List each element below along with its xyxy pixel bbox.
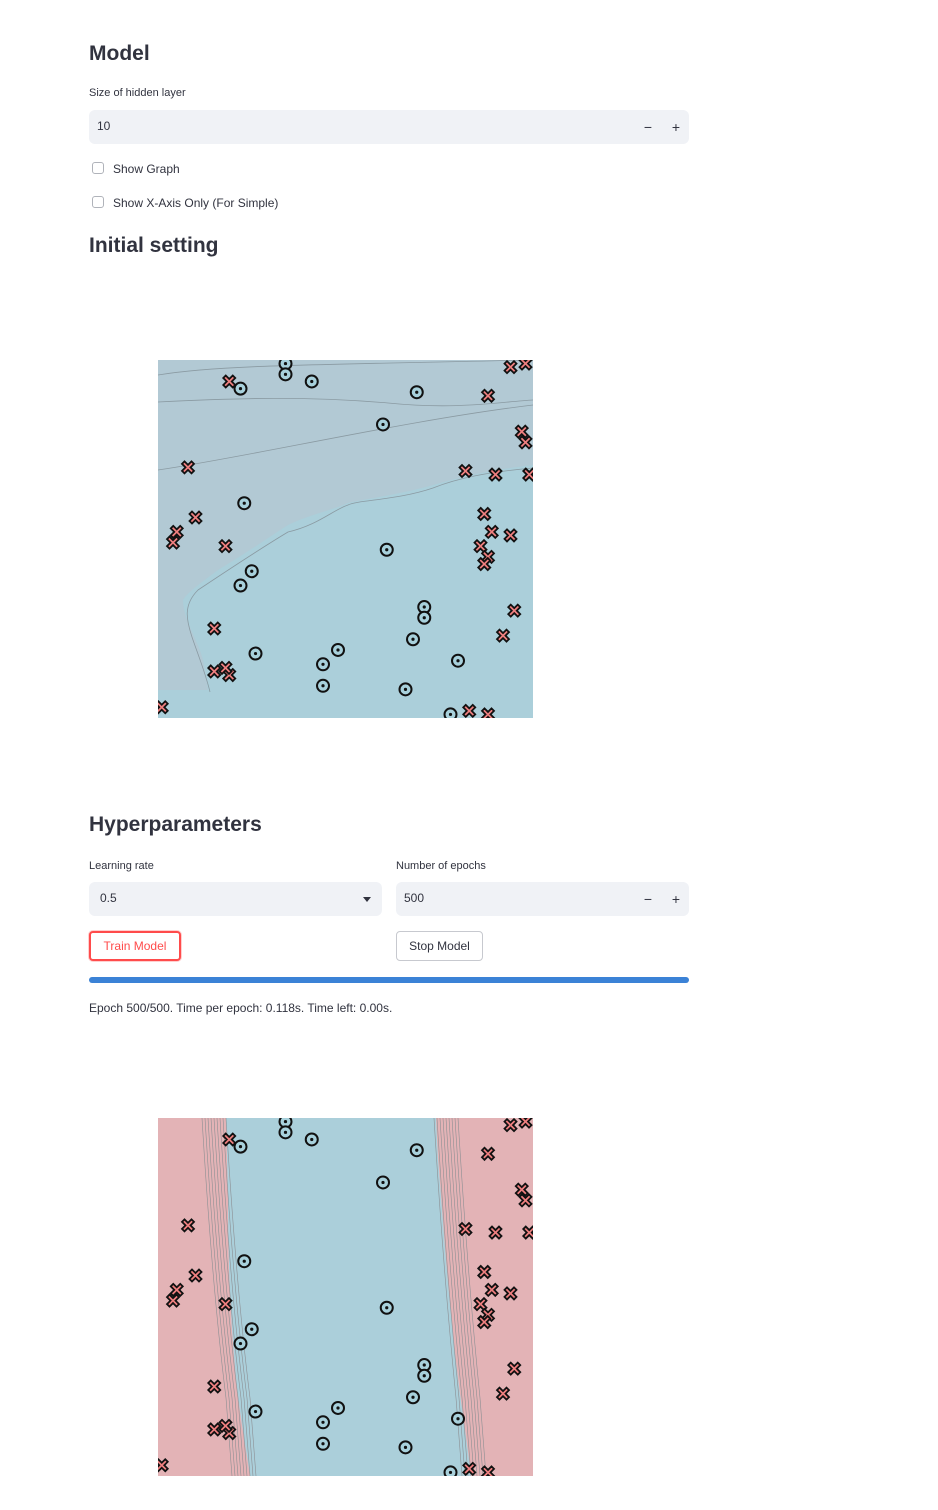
show-graph-checkbox[interactable] <box>92 162 104 174</box>
initial-setting-heading: Initial setting <box>89 234 219 257</box>
circle-point-dot <box>250 1327 254 1331</box>
circle-point-dot <box>411 637 415 641</box>
circle-point-dot <box>250 569 254 573</box>
circle-point-dot <box>422 605 426 609</box>
circle-point-dot <box>385 1306 389 1310</box>
trained-decision-plot <box>158 1118 533 1476</box>
circle-point-dot <box>253 651 258 656</box>
circle-point-dot <box>321 684 325 688</box>
circle-point-dot <box>381 422 385 427</box>
circle-point-dot <box>321 662 325 666</box>
hidden-layer-increment-button[interactable]: + <box>663 110 689 144</box>
circle-point-dot <box>385 548 389 552</box>
circle-point-dot <box>448 1470 453 1475</box>
circle-point-dot <box>238 1145 243 1149</box>
epochs-decrement-button[interactable]: − <box>635 882 661 916</box>
progress-bar <box>89 977 689 983</box>
show-xaxis-label[interactable]: Show X-Axis Only (For Simple) <box>113 196 278 210</box>
circle-point-dot <box>403 687 408 691</box>
circle-point-dot <box>381 1180 385 1185</box>
model-heading: Model <box>89 42 150 65</box>
circle-point-dot <box>253 1409 258 1414</box>
learning-rate-label: Learning rate <box>89 860 154 872</box>
circle-point-dot <box>448 712 453 717</box>
progress-track <box>89 977 689 983</box>
circle-point-dot <box>283 1119 288 1124</box>
hidden-layer-value[interactable]: 10 <box>97 119 110 133</box>
show-graph-label[interactable]: Show Graph <box>113 162 180 176</box>
circle-point-dot <box>283 372 288 376</box>
stop-model-button[interactable]: Stop Model <box>396 931 483 961</box>
circle-point-dot <box>238 387 243 391</box>
circle-point-dot <box>415 390 419 394</box>
circle-point-dot <box>422 1374 426 1378</box>
circle-point-dot <box>456 659 460 663</box>
circle-point-dot <box>238 583 243 588</box>
hidden-layer-decrement-button[interactable]: − <box>635 110 661 144</box>
chevron-down-icon[interactable] <box>363 897 371 902</box>
circle-point-dot <box>411 1395 415 1399</box>
circle-point-dot <box>321 1442 325 1446</box>
learning-rate-value[interactable]: 0.5 <box>100 891 117 905</box>
circle-point-dot <box>321 1420 325 1424</box>
circle-point-dot <box>310 379 314 384</box>
circle-point-dot <box>415 1148 419 1152</box>
epochs-increment-button[interactable]: + <box>663 882 689 916</box>
initial-decision-plot <box>158 360 533 718</box>
epochs-input[interactable]: 500 − + <box>396 882 689 916</box>
circle-point-dot <box>456 1417 460 1421</box>
learning-rate-select[interactable]: 0.5 <box>89 882 382 916</box>
hidden-layer-input[interactable]: 10 − + <box>89 110 689 144</box>
circle-point-dot <box>238 1341 243 1346</box>
circle-point-dot <box>336 648 340 652</box>
circle-point-dot <box>422 1363 426 1367</box>
circle-point-dot <box>310 1137 314 1142</box>
hyperparameters-heading: Hyperparameters <box>89 813 262 836</box>
epochs-label: Number of epochs <box>396 860 486 872</box>
epochs-value[interactable]: 500 <box>404 891 424 905</box>
training-status: Epoch 500/500. Time per epoch: 0.118s. T… <box>89 1001 393 1015</box>
hidden-layer-label: Size of hidden layer <box>89 87 186 99</box>
circle-point-dot <box>422 616 426 620</box>
circle-point-dot <box>403 1445 408 1449</box>
show-xaxis-checkbox[interactable] <box>92 196 104 208</box>
circle-point-dot <box>242 501 246 505</box>
circle-point-dot <box>336 1406 340 1410</box>
train-model-button[interactable]: Train Model <box>89 931 181 961</box>
circle-point-dot <box>283 361 288 366</box>
trained-region-center <box>226 1118 471 1476</box>
circle-point-dot <box>283 1130 288 1134</box>
circle-point-dot <box>242 1259 246 1263</box>
